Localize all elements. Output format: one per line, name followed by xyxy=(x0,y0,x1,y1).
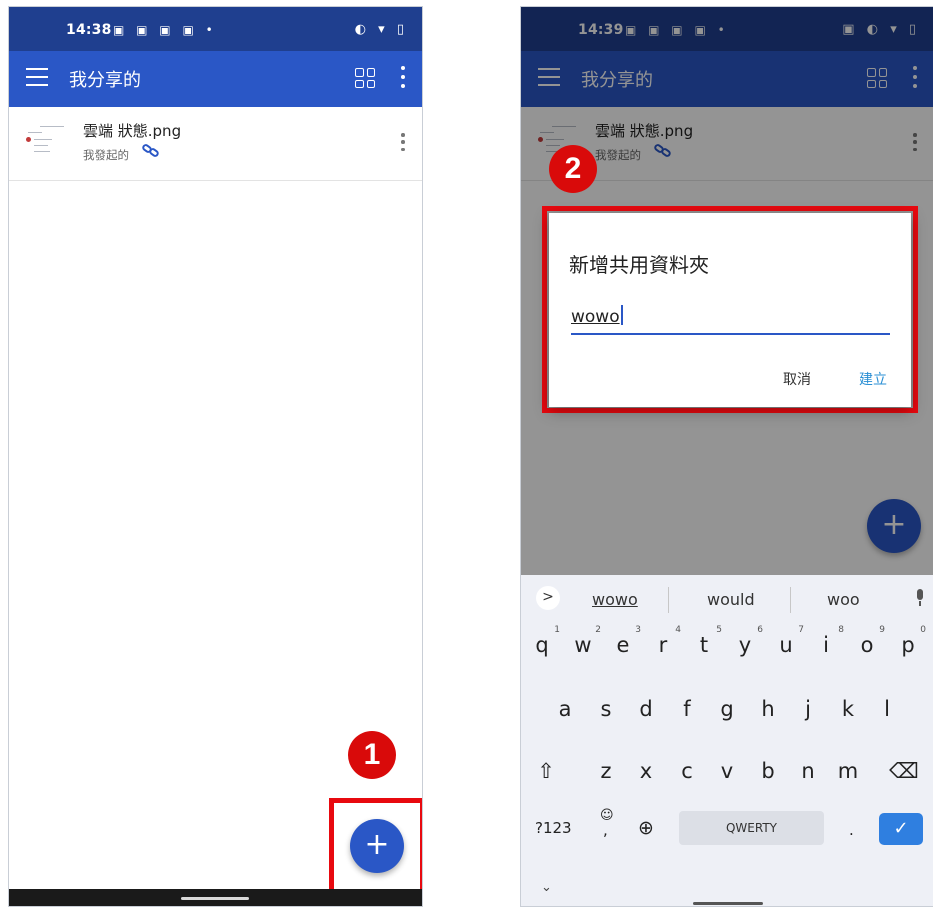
key-z[interactable]: z xyxy=(591,759,621,783)
expand-arrow-icon[interactable]: > xyxy=(536,586,560,610)
microphone-icon[interactable] xyxy=(914,589,926,607)
navigation-bar xyxy=(9,889,422,906)
dialog-title: 新增共用資料夾 xyxy=(569,253,709,277)
symbols-key[interactable]: ?123 xyxy=(535,819,572,837)
create-button[interactable]: 建立 xyxy=(859,369,887,389)
key-d[interactable]: d xyxy=(631,697,661,721)
notification-icons: ▣ ▣ ▣ ▣ • xyxy=(113,23,217,37)
key-k[interactable]: k xyxy=(833,697,863,721)
folder-name-input[interactable]: wowo xyxy=(571,305,890,335)
key-e[interactable]: e3 xyxy=(608,625,641,657)
key-f[interactable]: f xyxy=(672,697,702,721)
step-callout-1: 1 xyxy=(348,731,396,779)
folder-name-value: wowo xyxy=(571,307,620,327)
suggestion-divider xyxy=(790,587,791,613)
suggestion-3[interactable]: woo xyxy=(827,590,860,609)
text-caret xyxy=(620,305,623,325)
suggestion-2[interactable]: would xyxy=(707,590,755,609)
key-t[interactable]: t5 xyxy=(689,625,722,657)
grid-view-icon[interactable] xyxy=(355,68,375,88)
key-j[interactable]: j xyxy=(793,697,823,721)
file-thumbnail xyxy=(24,124,68,160)
key-c[interactable]: c xyxy=(672,759,702,783)
new-shared-folder-dialog: 新增共用資料夾 wowo 取消 建立 xyxy=(549,213,911,407)
key-w[interactable]: w2 xyxy=(568,625,601,657)
key-r[interactable]: r4 xyxy=(648,625,681,657)
key-g[interactable]: g xyxy=(712,697,742,721)
file-more-icon[interactable] xyxy=(401,133,405,151)
key-n[interactable]: n xyxy=(793,759,823,783)
key-m[interactable]: m xyxy=(833,759,863,783)
period-key[interactable]: . xyxy=(849,821,854,839)
home-handle[interactable] xyxy=(181,897,249,900)
space-bar[interactable]: QWERTY xyxy=(679,811,824,845)
file-subtitle: 我發起的 xyxy=(83,148,129,162)
menu-icon[interactable] xyxy=(26,68,48,88)
home-handle[interactable] xyxy=(693,902,763,905)
comma-key[interactable]: , xyxy=(603,821,608,839)
suggestion-divider xyxy=(668,587,669,613)
globe-icon[interactable]: ⊕ xyxy=(638,817,654,839)
system-status-icons: ◐ ▾ ▯ xyxy=(354,22,408,37)
key-i[interactable]: i8 xyxy=(811,625,844,657)
key-a[interactable]: a xyxy=(550,697,580,721)
soft-keyboard: > wowo would woo q1 w2 e3 r4 t5 y6 u7 i8… xyxy=(521,575,933,906)
suggestion-1[interactable]: wowo xyxy=(592,590,638,609)
key-y[interactable]: y6 xyxy=(730,625,763,657)
app-bar: 我分享的 xyxy=(9,51,422,107)
status-time: 14:38 xyxy=(66,22,112,38)
backspace-key[interactable]: ⌫ xyxy=(889,759,919,783)
add-fab-button[interactable]: + xyxy=(350,819,404,873)
key-x[interactable]: x xyxy=(631,759,661,783)
key-u[interactable]: u7 xyxy=(771,625,804,657)
key-l[interactable]: l xyxy=(872,697,902,721)
key-s[interactable]: s xyxy=(591,697,621,721)
key-o[interactable]: o9 xyxy=(852,625,885,657)
status-bar: 14:38 ▣ ▣ ▣ ▣ • ◐ ▾ ▯ xyxy=(9,7,422,51)
key-q[interactable]: q1 xyxy=(527,625,560,657)
file-name: 雲端 狀態.png xyxy=(83,122,182,140)
suggestion-strip: > wowo would woo xyxy=(521,575,933,617)
collapse-keyboard-icon[interactable]: ⌄ xyxy=(541,880,552,895)
step-callout-2: 2 xyxy=(549,145,597,193)
key-b[interactable]: b xyxy=(753,759,783,783)
page-title: 我分享的 xyxy=(69,70,141,91)
left-phone-screen: 14:38 ▣ ▣ ▣ ▣ • ◐ ▾ ▯ 我分享的 雲端 狀態.png 我發起… xyxy=(8,6,423,907)
key-v[interactable]: v xyxy=(712,759,742,783)
shift-key[interactable]: ⇧ xyxy=(531,759,561,783)
file-list-item[interactable]: 雲端 狀態.png 我發起的 xyxy=(9,107,422,181)
enter-check-icon[interactable]: ✓ xyxy=(879,813,923,845)
key-p[interactable]: p0 xyxy=(893,625,926,657)
more-options-icon[interactable] xyxy=(400,66,406,88)
right-phone-screen: 14:39 ▣ ▣ ▣ ▣ • ▣ ◐ ▾ ▯ 我分享的 雲端 狀態.png 我… xyxy=(520,6,933,907)
key-h[interactable]: h xyxy=(753,697,783,721)
cancel-button[interactable]: 取消 xyxy=(783,369,811,389)
link-icon xyxy=(140,142,161,159)
